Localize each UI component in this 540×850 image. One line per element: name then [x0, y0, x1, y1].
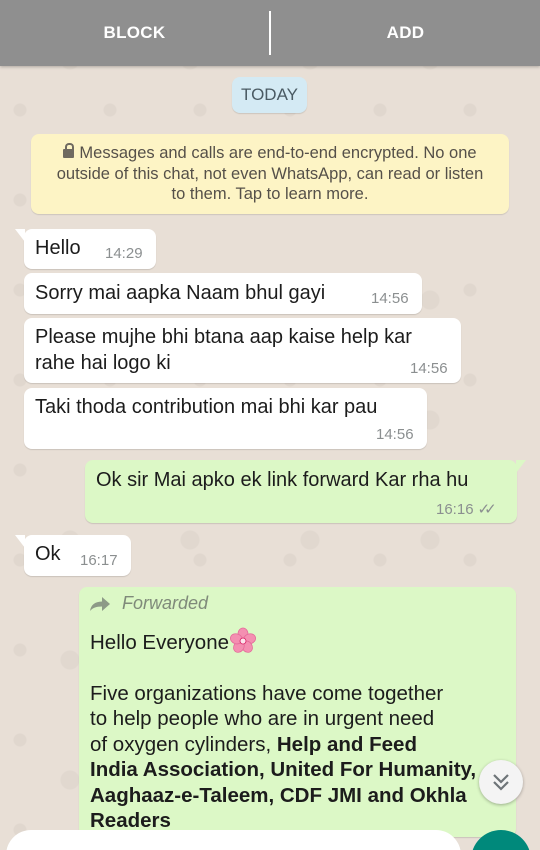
body-line-1: Five organizations have come together	[90, 681, 444, 705]
body-line-2: to help people who are in urgent need	[90, 707, 435, 730]
message-text: Sorry mai aapka Naam bhul gayi	[35, 282, 326, 304]
message-text: Taki thoda contribution mai bhi kar pau	[35, 396, 378, 418]
double-tick-icon: ✓✓	[477, 501, 497, 518]
forwarded-label: Forwarded	[122, 593, 209, 613]
forwarded-greeting: Hello Everyone	[90, 627, 490, 656]
cherry-blossom-icon	[230, 627, 256, 653]
message-bubble[interactable]: Hello 14:29	[15, 229, 156, 269]
message-bubble[interactable]: Taki thoda contribution mai bhi kar pau …	[24, 388, 427, 449]
body-line-3: of oxygen cylinders, Help and Feed	[90, 732, 417, 756]
message-time: 14:56	[376, 426, 414, 443]
date-chip: TODAY	[232, 77, 307, 113]
action-bar: BLOCK ADD	[0, 0, 540, 66]
message-text: Hello	[35, 237, 81, 259]
encryption-line-2: outside of this chat, not even WhatsApp,…	[56, 164, 484, 183]
scroll-to-bottom-button[interactable]	[479, 760, 523, 804]
message-text: Ok sir Mai apko ek link forward Kar rha …	[96, 469, 469, 491]
message-time: 14:56	[410, 360, 448, 377]
body-line-4: India Association, United For Humanity,	[90, 758, 477, 781]
message-text-line-1: Please mujhe bhi btana aap kaise help ka…	[35, 326, 412, 348]
body-line-5: Aaghaaz-e-Taleem, CDF JMI and Okhla	[90, 783, 467, 807]
lock-icon	[63, 143, 75, 158]
message-bubble[interactable]: Please mujhe bhi btana aap kaise help ka…	[24, 318, 461, 383]
encryption-line-1: Messages and calls are end-to-end encryp…	[43, 143, 497, 164]
message-text-line-2: rahe hai logo ki	[35, 352, 171, 374]
message-time: 16:17	[80, 552, 118, 569]
message-time: 14:56	[371, 290, 409, 307]
block-button[interactable]: BLOCK	[0, 0, 269, 66]
message-time-status: 16:16 ✓✓	[436, 501, 497, 518]
add-contact-button[interactable]: ADD	[271, 0, 540, 66]
message-bubble[interactable]: Ok 16:17	[15, 535, 131, 576]
encryption-line-3: to them. Tap to learn more.	[171, 185, 369, 203]
chevron-double-down-icon	[493, 774, 509, 791]
forwarded-message-bubble[interactable]: Forwarded Hello Everyone Five organizati…	[79, 587, 516, 837]
message-bubble-outgoing[interactable]: Ok sir Mai apko ek link forward Kar rha …	[85, 460, 526, 523]
encryption-notice[interactable]: Messages and calls are end-to-end encryp…	[31, 134, 509, 214]
message-time: 14:29	[105, 245, 143, 262]
forwarded-message-body: Hello Everyone Five organizations have c…	[90, 627, 490, 834]
message-input[interactable]	[6, 830, 461, 850]
forward-arrow-icon	[90, 597, 110, 611]
message-text: Ok	[35, 543, 61, 565]
message-bubble[interactable]: Sorry mai aapka Naam bhul gayi 14:56	[24, 273, 422, 314]
